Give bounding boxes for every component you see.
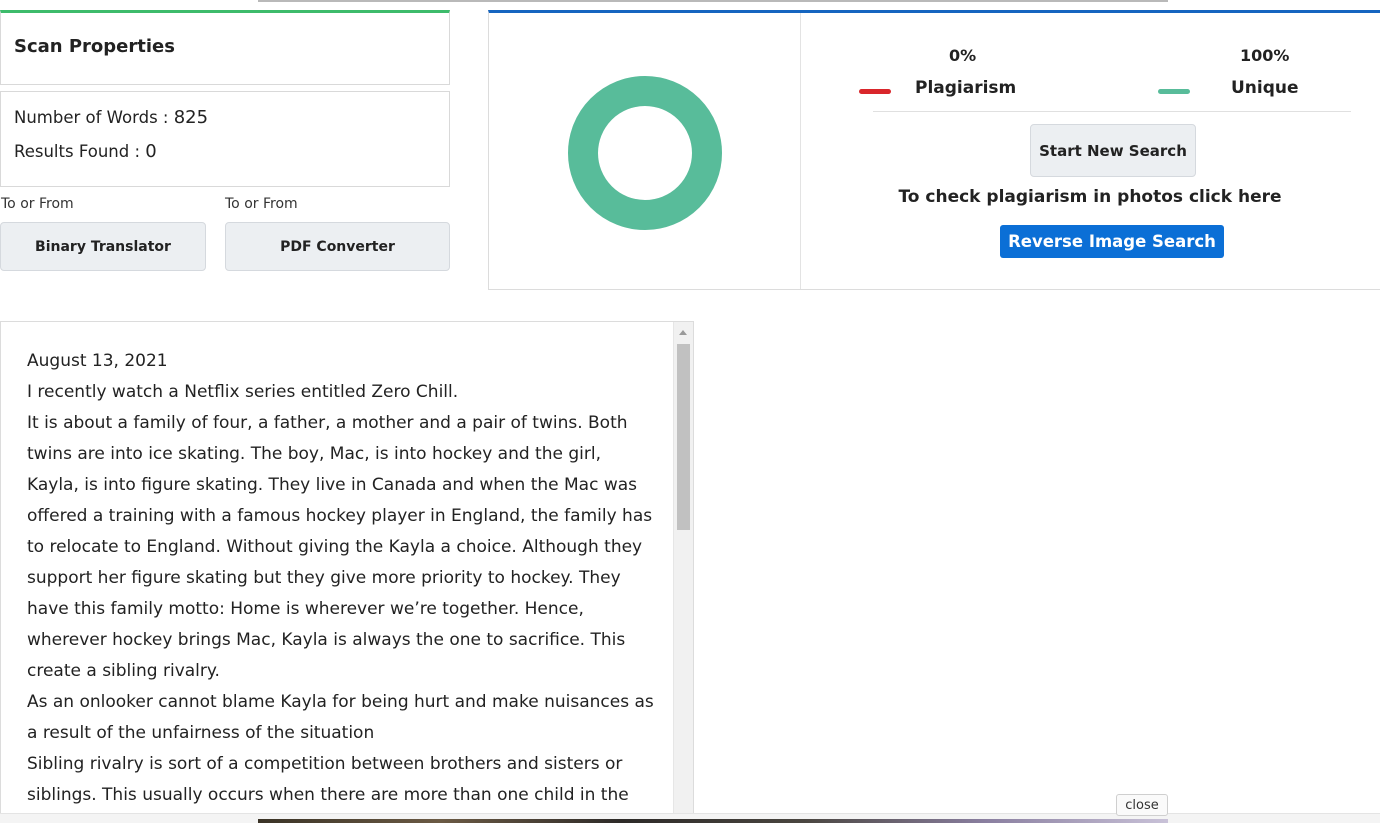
word-count-value: 825 [173,107,209,128]
result-divider [800,13,801,289]
reverse-image-search-button[interactable]: Reverse Image Search [1000,225,1224,258]
text-paragraph: As an onlooker cannot blame Kayla for be… [27,692,654,743]
result-panel: 0% Plagiarism 100% Unique Start New Sear… [488,10,1380,290]
text-paragraph: I recently watch a Netflix series entitl… [27,382,459,402]
text-scrollbar[interactable] [673,322,693,822]
scan-stats-panel: Number of Words : 825 Results Found : 0 [0,91,450,187]
donut-slice-unique [568,76,722,230]
photo-check-text: To check plagiarism in photos click here [898,187,1282,207]
text-paragraph: It is about a family of four, a father, … [27,413,653,681]
plagiarism-label: Plagiarism [915,78,1017,98]
results-found: Results Found : 0 [14,141,157,162]
plagiarism-donut-chart [568,76,722,230]
unique-legend-swatch [1158,89,1190,94]
scanned-text-area[interactable]: August 13, 2021 I recently watch a Netfli… [0,321,694,823]
tool-caption-pdf: To or From [225,196,298,212]
plagiarism-legend-swatch [859,89,891,94]
pdf-converter-button[interactable]: PDF Converter [225,222,450,271]
unique-percent: 100% [1240,46,1290,65]
legend-divider [873,111,1351,112]
tool-caption-binary: To or From [1,196,74,212]
results-found-label: Results Found : [14,142,146,161]
text-paragraph: Sibling rivalry is sort of a competition… [27,754,629,805]
results-found-value: 0 [145,141,157,162]
start-new-search-button[interactable]: Start New Search [1030,124,1196,177]
scanned-text-content: August 13, 2021 I recently watch a Netfli… [27,346,657,811]
scroll-up-arrow-icon[interactable] [679,330,687,335]
plagiarism-percent: 0% [949,46,977,65]
scan-properties-panel: Scan Properties [0,10,450,85]
scan-properties-title: Scan Properties [14,36,175,57]
unique-label: Unique [1231,78,1299,98]
close-ad-button[interactable]: close [1116,794,1168,816]
browser-top-strip [258,0,1168,2]
text-paragraph: August 13, 2021 [27,351,168,371]
word-count-label: Number of Words : [14,108,174,127]
word-count: Number of Words : 825 [14,107,208,128]
bottom-ad-banner [258,819,1168,823]
scrollbar-thumb[interactable] [677,344,690,530]
binary-translator-button[interactable]: Binary Translator [0,222,206,271]
